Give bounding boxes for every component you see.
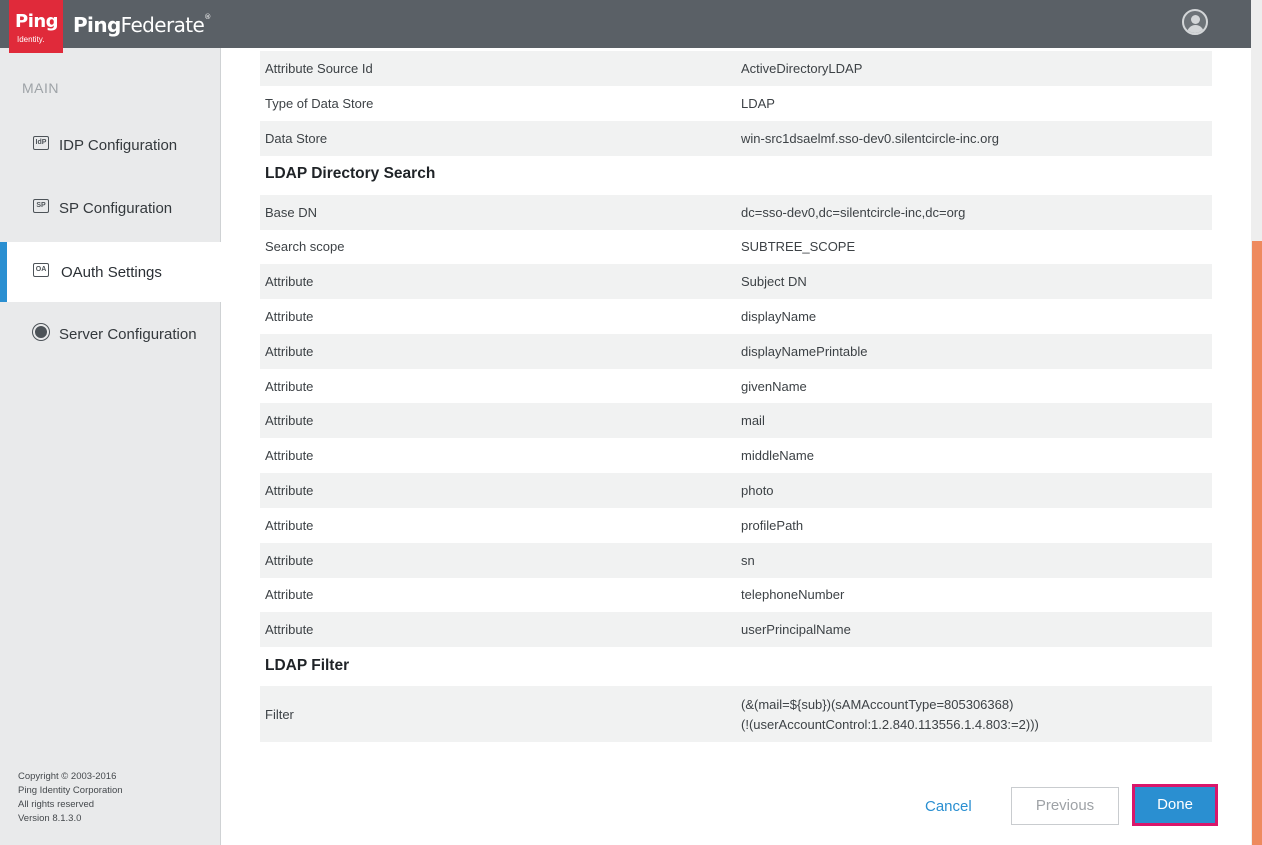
summary-row: Type of Data Store LDAP [265,96,775,111]
summary-row-filter: Filter (&(mail=${sub})(sAMAccountType=80… [260,686,1212,742]
sidebar-item-label: IDP Configuration [59,137,178,154]
user-profile-icon[interactable] [1182,9,1208,35]
summary-row: Attribute displayName [265,309,817,324]
top-header: PingFederate® [0,0,1252,48]
product-name: PingFederate® [73,13,211,37]
vertical-scrollbar[interactable] [1251,0,1262,845]
section-title-ldap-filter: LDAP Filter [265,657,350,674]
summary-row: Attribute givenName [265,379,807,394]
scrollbar-thumb[interactable] [1252,241,1262,845]
sidebar-item-label: OAuth Settings [61,264,162,281]
server-icon [33,324,49,340]
section-title-ldap-directory-search: LDAP Directory Search [265,165,436,182]
sidebar: MAIN IdP IDP Configuration SP SP Configu… [0,48,231,845]
summary-row: Attribute mail [260,403,1212,438]
summary-row: Attribute middleName [265,448,814,463]
summary-row: Attribute Source Id ActiveDirectoryLDAP [260,51,1212,86]
sidebar-item-label: SP Configuration [59,200,173,217]
summary-row: Attribute userPrincipalName [260,612,1212,647]
copyright-notice: Copyright © 2003-2016 Ping Identity Corp… [18,771,123,824]
sp-icon: SP [33,199,49,213]
summary-row: Data Store win-src1dsaelmf.sso-dev0.sile… [260,121,1212,156]
summary-row: Attribute Subject DN [260,264,1212,299]
summary-row: Base DN dc=sso-dev0,dc=silentcircle-inc,… [260,195,1212,230]
cancel-button[interactable]: Cancel [925,798,972,815]
sidebar-item-oauth-settings[interactable]: OA OAuth Settings [0,242,231,302]
sidebar-item-server-configuration[interactable]: Server Configuration [0,304,221,364]
idp-icon: IdP [33,136,49,150]
summary-row: Attribute telephoneNumber [265,587,845,602]
done-button[interactable]: Done [1132,784,1218,826]
summary-row: Attribute displayNamePrintable [260,334,1212,369]
oauth-icon: OA [33,263,49,277]
summary-row: Attribute sn [260,543,1212,578]
sidebar-section-label: MAIN [22,80,59,96]
summary-row: Attribute photo [260,473,1212,508]
summary-row: Attribute profilePath [265,518,804,533]
ping-identity-logo[interactable]: Ping Identity. [9,0,63,53]
previous-button[interactable]: Previous [1011,787,1119,825]
sidebar-item-label: Server Configuration [59,326,197,343]
sidebar-item-idp-configuration[interactable]: IdP IDP Configuration [0,115,221,175]
sidebar-item-sp-configuration[interactable]: SP SP Configuration [0,178,221,238]
summary-panel: Attribute Source Id ActiveDirectoryLDAP … [221,48,1251,845]
summary-row: Search scope SUBTREE_SCOPE [265,239,856,254]
